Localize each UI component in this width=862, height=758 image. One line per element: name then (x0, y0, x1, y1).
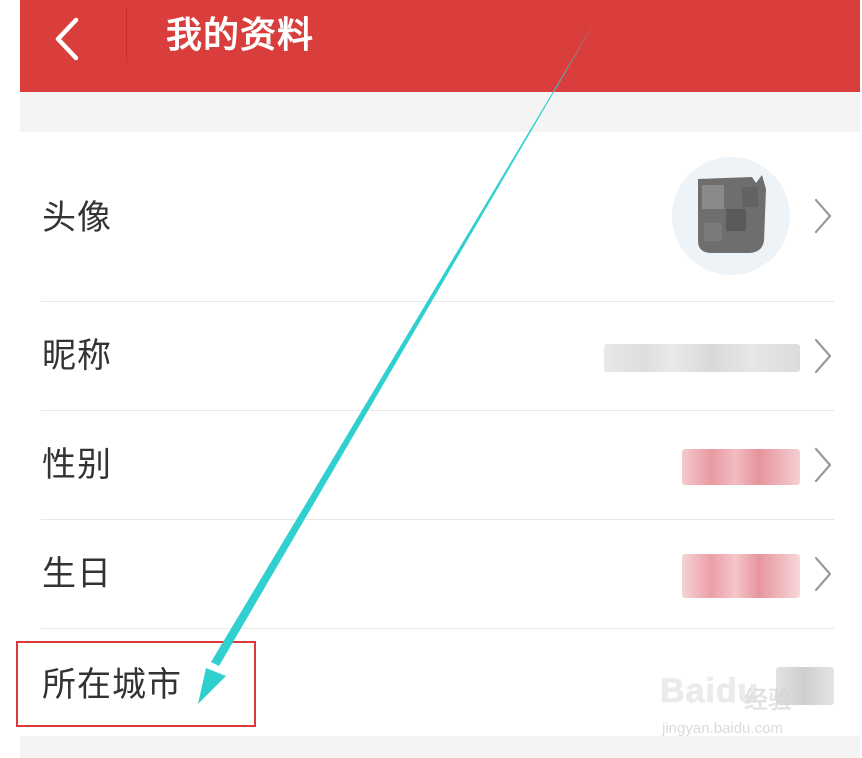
watermark-url: jingyan.baidu.com (662, 720, 783, 737)
chevron-right-icon (814, 338, 832, 374)
chevron-right-icon (814, 198, 832, 234)
watermark-brand-cn: 经验 (744, 686, 792, 714)
chevron-left-icon[interactable] (50, 16, 84, 62)
chevron-right-icon (814, 556, 832, 592)
row-label-avatar: 头像 (42, 198, 112, 238)
header-divider (126, 8, 127, 62)
list-item-birthday[interactable]: 生日 (20, 520, 860, 629)
row-label-birthday: 生日 (42, 554, 112, 594)
page-title: 我的资料 (166, 15, 315, 56)
row-label-nickname: 昵称 (42, 336, 112, 376)
list-item-avatar[interactable]: 头像 (20, 132, 860, 302)
list-item-nickname[interactable]: 昵称 (20, 302, 860, 411)
avatar-image (698, 175, 766, 253)
list-item-gender[interactable]: 性别 (20, 411, 860, 520)
row-label-gender: 性别 (42, 445, 112, 485)
highlight-box (16, 641, 256, 727)
birthday-value-blurred (682, 554, 800, 598)
avatar (672, 157, 790, 275)
watermark: Baidu 经验 jingyan.baidu.com (660, 666, 830, 746)
title-bar: 我的资料 (20, 0, 860, 92)
gender-value-blurred (682, 449, 800, 485)
chevron-right-icon (814, 447, 832, 483)
nickname-value-blurred (604, 344, 800, 372)
